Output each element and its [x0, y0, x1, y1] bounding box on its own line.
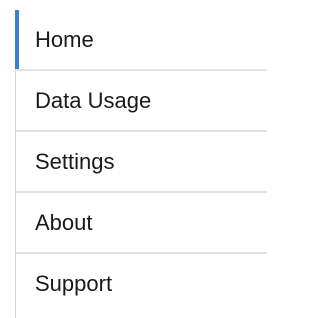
menu-item-settings[interactable]: Settings: [16, 132, 267, 193]
menu-item-data-usage[interactable]: Data Usage: [16, 71, 267, 132]
menu-item-label: Settings: [35, 148, 115, 174]
menu-item-label: Data Usage: [35, 87, 152, 113]
menu-item-label: Support: [35, 270, 113, 296]
menu-item-support[interactable]: Support: [16, 254, 267, 313]
side-menu: Home Data Usage Settings About Support: [15, 10, 267, 318]
menu-item-label: About: [35, 209, 93, 235]
menu-item-about[interactable]: About: [16, 193, 267, 254]
menu-item-home[interactable]: Home: [15, 10, 267, 71]
menu-item-label: Home: [35, 26, 94, 52]
